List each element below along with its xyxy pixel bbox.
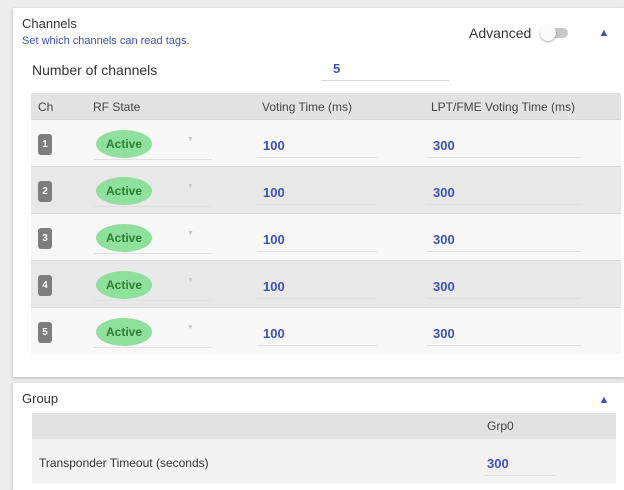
channels-subtitle: Set which channels can read tags. (22, 35, 190, 47)
dropdown-arrow-icon: ▼ (187, 136, 194, 143)
number-of-channels-field[interactable]: 5 (321, 59, 449, 81)
lpt-voting-time-value: 300 (433, 326, 455, 341)
table-row: 1 Active ▼ 100 300 (31, 119, 621, 166)
advanced-toggle[interactable] (538, 25, 574, 41)
channel-badge: 5 (38, 322, 52, 343)
channels-table: Ch RF State Voting Time (ms) LPT/FME Vot… (31, 93, 621, 354)
lpt-voting-time-field[interactable]: 300 (427, 179, 581, 205)
voting-time-value: 100 (263, 326, 285, 341)
col-header-voting-time: Voting Time (ms) (262, 100, 353, 114)
table-row: 5 Active ▼ 100 300 (31, 307, 621, 354)
rf-state-pill: Active (96, 130, 152, 158)
transponder-timeout-field[interactable]: 300 (484, 448, 556, 476)
dropdown-arrow-icon: ▼ (187, 230, 194, 237)
rf-state-pill: Active (96, 318, 152, 346)
channels-title: Channels (22, 16, 77, 31)
transponder-timeout-label: Transponder Timeout (seconds) (39, 456, 209, 470)
toggle-thumb (540, 25, 557, 41)
voting-time-field[interactable]: 100 (257, 320, 377, 346)
dropdown-arrow-icon: ▼ (187, 277, 194, 284)
rf-state-select[interactable]: Active ▼ (94, 269, 212, 301)
number-of-channels-label: Number of channels (32, 62, 158, 78)
lpt-voting-time-value: 300 (433, 185, 455, 200)
table-row: 3 Active ▼ 100 300 (31, 213, 621, 260)
voting-time-value: 100 (263, 138, 285, 153)
lpt-voting-time-field[interactable]: 300 (427, 320, 581, 346)
number-of-channels-value: 5 (333, 61, 341, 76)
channels-table-header: Ch RF State Voting Time (ms) LPT/FME Vot… (31, 93, 621, 119)
lpt-voting-time-value: 300 (433, 232, 455, 247)
lpt-voting-time-field[interactable]: 300 (427, 226, 581, 252)
transponder-timeout-value: 300 (487, 456, 509, 471)
col-header-lpt-voting-time: LPT/FME Voting Time (ms) (431, 100, 576, 114)
rf-state-select[interactable]: Active ▼ (94, 175, 212, 207)
group-title: Group (22, 391, 59, 406)
channels-panel: Channels Set which channels can read tag… (13, 8, 624, 377)
voting-time-value: 100 (263, 232, 285, 247)
lpt-voting-time-value: 300 (433, 138, 455, 153)
channel-badge: 3 (38, 228, 52, 249)
group-collapse-button[interactable]: ▲ (596, 392, 612, 408)
rf-state-select[interactable]: Active ▼ (94, 222, 212, 254)
channel-badge: 2 (38, 181, 52, 202)
col-header-grp0: Grp0 (487, 419, 514, 433)
chevron-up-icon: ▲ (598, 27, 610, 39)
table-row: 2 Active ▼ 100 300 (31, 166, 621, 213)
chevron-up-icon: ▲ (598, 394, 610, 406)
advanced-label: Advanced (469, 25, 532, 41)
col-header-rf-state: RF State (93, 100, 141, 114)
rf-state-select[interactable]: Active ▼ (94, 316, 212, 348)
rf-state-pill: Active (96, 224, 152, 252)
rf-state-select[interactable]: Active ▼ (94, 128, 212, 160)
voting-time-field[interactable]: 100 (257, 226, 377, 252)
voting-time-field[interactable]: 100 (257, 132, 377, 158)
channel-badge: 4 (38, 275, 52, 296)
dropdown-arrow-icon: ▼ (187, 183, 194, 190)
rf-state-pill: Active (96, 271, 152, 299)
lpt-voting-time-field[interactable]: 300 (427, 132, 581, 158)
voting-time-value: 100 (263, 185, 285, 200)
channel-badge: 1 (38, 134, 52, 155)
channels-collapse-button[interactable]: ▲ (596, 25, 612, 41)
advanced-control: Advanced (469, 25, 574, 41)
dropdown-arrow-icon: ▼ (187, 324, 194, 331)
group-table-header: Grp0 (32, 413, 616, 439)
col-header-ch: Ch (38, 100, 54, 114)
group-panel: Group ▲ Grp0 Transponder Timeout (second… (13, 383, 624, 490)
table-row: Transponder Timeout (seconds) 300 (32, 439, 616, 483)
rf-state-pill: Active (96, 177, 152, 205)
table-row: 4 Active ▼ 100 300 (31, 260, 621, 307)
voting-time-field[interactable]: 100 (257, 179, 377, 205)
lpt-voting-time-value: 300 (433, 279, 455, 294)
lpt-voting-time-field[interactable]: 300 (427, 273, 581, 299)
voting-time-value: 100 (263, 279, 285, 294)
voting-time-field[interactable]: 100 (257, 273, 377, 299)
